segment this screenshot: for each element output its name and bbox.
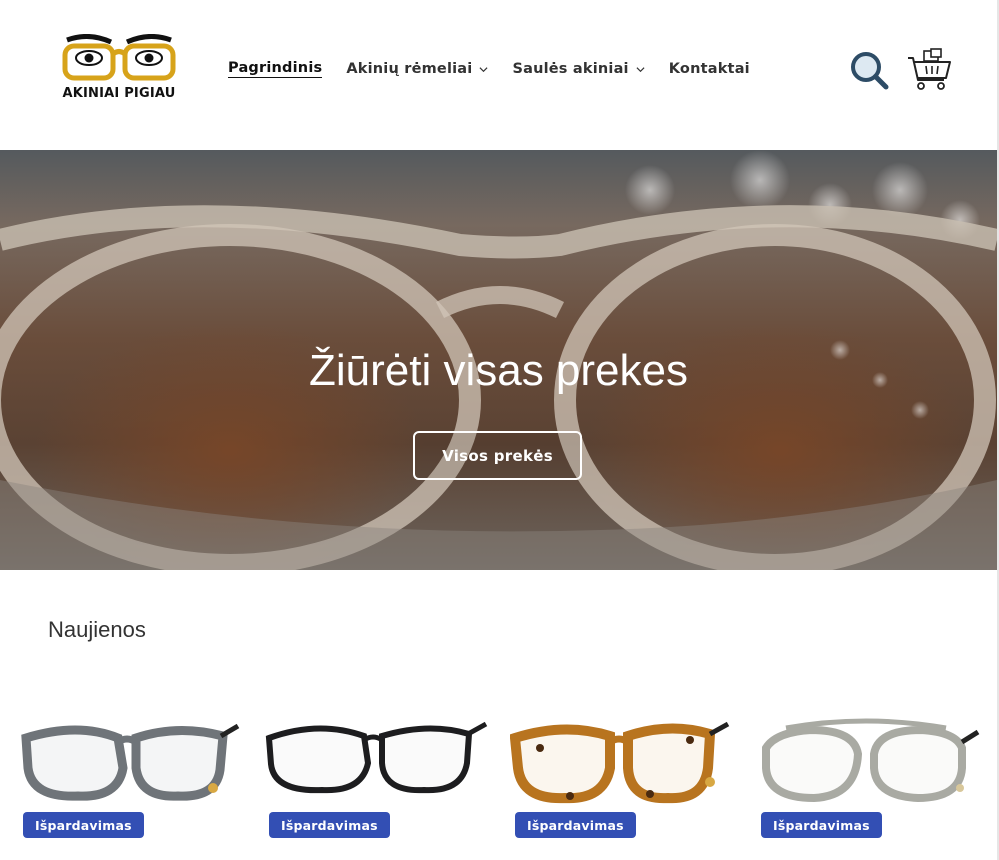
nav-item-akiniu-remeliai[interactable]: Akinių rėmeliai bbox=[346, 61, 488, 77]
nav-item-saules-akiniai[interactable]: Saulės akiniai bbox=[512, 61, 645, 77]
search-icon bbox=[851, 52, 889, 90]
nav-item-label: Akinių rėmeliai bbox=[346, 61, 473, 77]
product-card[interactable]: Išpardavimas bbox=[510, 680, 738, 860]
site-header: AKINIAI PIGIAU Pagrindinis Akinių rėmeli… bbox=[0, 0, 999, 150]
product-grid: Išpardavimas Išpardavimas Išpardavimas I… bbox=[18, 680, 988, 860]
product-card[interactable]: Išpardavimas bbox=[18, 680, 246, 860]
main-nav: Pagrindinis Akinių rėmeliai Saulės akini… bbox=[228, 60, 774, 78]
section-title: Naujienos bbox=[48, 617, 146, 642]
sale-badge: Išpardavimas bbox=[515, 812, 636, 838]
cart-button[interactable] bbox=[906, 48, 952, 92]
view-all-products-button[interactable]: Visos prekės bbox=[413, 431, 582, 480]
sale-badge: Išpardavimas bbox=[761, 812, 882, 838]
hero-banner: Žiūrėti visas prekes Visos prekės bbox=[0, 150, 997, 570]
logo-text: AKINIAI PIGIAU bbox=[62, 86, 176, 101]
glasses-logo-icon bbox=[62, 34, 176, 81]
nav-item-kontaktai[interactable]: Kontaktai bbox=[669, 61, 750, 77]
sale-badge: Išpardavimas bbox=[269, 812, 390, 838]
logo[interactable]: AKINIAI PIGIAU bbox=[58, 34, 180, 104]
nav-item-label: Kontaktai bbox=[668, 61, 750, 77]
product-image bbox=[21, 723, 240, 801]
search-button[interactable] bbox=[849, 50, 889, 90]
hero-title: Žiūrėti visas prekes bbox=[308, 346, 688, 395]
chevron-down-icon bbox=[636, 66, 645, 72]
cart-icon bbox=[908, 48, 951, 90]
product-image bbox=[265, 721, 488, 794]
product-image bbox=[762, 718, 980, 803]
sale-badge: Išpardavimas bbox=[23, 812, 144, 838]
nav-item-pagrindinis[interactable]: Pagrindinis bbox=[228, 60, 323, 78]
product-card[interactable]: Išpardavimas bbox=[264, 680, 492, 860]
product-image bbox=[510, 721, 730, 804]
nav-item-label: Pagrindinis bbox=[228, 60, 323, 78]
product-card[interactable]: Išpardavimas bbox=[756, 680, 984, 860]
nav-item-label: Saulės akiniai bbox=[512, 61, 629, 77]
chevron-down-icon bbox=[479, 66, 488, 72]
